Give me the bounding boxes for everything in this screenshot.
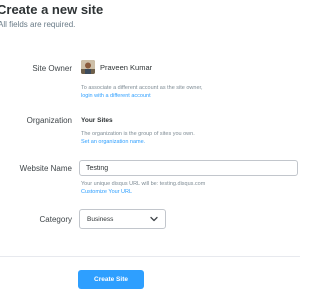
website-name-input[interactable]: [79, 160, 298, 176]
organization-help: The organization is the group of sites y…: [81, 130, 195, 146]
chevron-down-icon: [150, 216, 158, 222]
site-owner-label: Site Owner: [32, 64, 72, 73]
page-subtitle: All fields are required.: [0, 20, 76, 29]
website-name-label: Website Name: [19, 164, 72, 173]
owner-help-text: To associate a different account as the …: [81, 85, 203, 91]
category-selected-value: Business: [87, 215, 114, 223]
organization-value: Your Sites: [81, 117, 113, 124]
website-name-help: Your unique disqus URL will be: testing.…: [81, 180, 205, 196]
owner-help: To associate a different account as the …: [81, 84, 203, 100]
category-select[interactable]: Business: [79, 209, 166, 229]
set-organization-name-link[interactable]: Set an organization name.: [81, 139, 145, 145]
category-label: Category: [39, 215, 72, 224]
site-owner-value: Praveen Kumar: [81, 60, 152, 74]
organization-help-text: The organization is the group of sites y…: [81, 131, 195, 137]
avatar-photo-icon: [81, 60, 95, 74]
avatar: [81, 60, 95, 74]
owner-name: Praveen Kumar: [100, 62, 153, 72]
organization-label: Organization: [26, 116, 72, 125]
login-different-account-link[interactable]: login with a different account: [81, 93, 151, 99]
footer-divider: [0, 256, 300, 257]
page-title: Create a new site: [0, 2, 104, 17]
create-site-page: Create a new site All fields are require…: [0, 0, 300, 300]
customize-url-link[interactable]: Customize Your URL: [81, 189, 132, 195]
website-url-help-text: Your unique disqus URL will be: testing.…: [81, 181, 206, 187]
create-site-button[interactable]: Create Site: [78, 270, 144, 289]
